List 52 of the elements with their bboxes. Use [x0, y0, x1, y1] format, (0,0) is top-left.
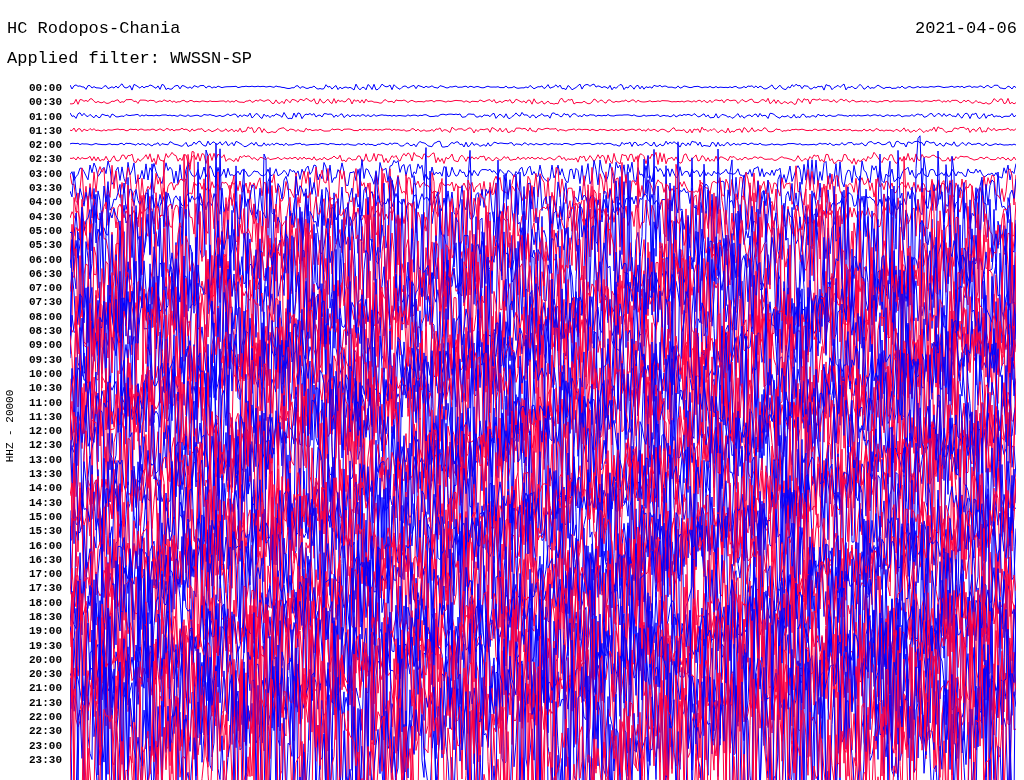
time-label: 01:30	[28, 123, 62, 139]
channel-axis-label: HHZ - 20000	[4, 389, 16, 463]
time-label: 11:00	[28, 395, 62, 410]
time-label: 00:30	[28, 95, 62, 110]
time-label: 19:30	[28, 638, 62, 653]
time-label: 13:00	[28, 452, 62, 467]
time-label: 10:00	[28, 366, 62, 382]
time-label: 01:00	[28, 109, 62, 124]
time-label: 23:00	[28, 738, 62, 753]
time-label: 21:00	[28, 681, 62, 696]
time-label: 11:30	[28, 409, 62, 425]
time-label: 18:00	[28, 595, 62, 610]
time-label: 10:30	[28, 381, 62, 396]
time-label: 14:00	[28, 481, 62, 496]
time-label: 06:00	[28, 252, 62, 267]
time-label: 17:00	[28, 567, 62, 582]
time-label: 12:30	[28, 438, 62, 453]
time-label: 13:30	[28, 467, 62, 482]
time-label: 22:00	[28, 710, 62, 725]
date-label: 2021-04-06	[914, 18, 1017, 40]
time-label: 07:30	[28, 295, 62, 310]
time-label: 03:30	[28, 181, 62, 196]
time-label: 02:00	[28, 138, 62, 153]
filter-label: Applied filter: WWSSN-SP	[7, 48, 252, 70]
time-label: 02:30	[28, 152, 62, 167]
time-label: 00:00	[28, 81, 62, 96]
time-label: 03:00	[28, 166, 62, 182]
time-label: 04:00	[28, 195, 62, 210]
time-label: 08:00	[28, 309, 62, 325]
time-label: 09:30	[28, 352, 62, 367]
time-label: 09:00	[28, 338, 62, 353]
time-label: 12:00	[28, 424, 62, 439]
time-label: 05:30	[28, 238, 62, 253]
time-label: 23:30	[28, 752, 62, 768]
time-label: 19:00	[28, 624, 62, 639]
time-label: 15:30	[28, 524, 62, 539]
time-label: 21:30	[28, 695, 62, 711]
time-label: 04:30	[28, 209, 62, 224]
time-label: 07:00	[28, 281, 62, 296]
time-label: 15:00	[28, 509, 62, 525]
time-label: 18:30	[28, 610, 62, 625]
time-label: 06:30	[28, 266, 62, 282]
time-label: 17:30	[28, 581, 62, 596]
time-label: 20:00	[28, 652, 62, 668]
time-label: 14:30	[28, 495, 62, 510]
time-label: 16:00	[28, 538, 62, 553]
station-title: HC Rodopos-Chania	[7, 18, 181, 40]
time-label: 08:30	[28, 324, 62, 339]
time-label: 16:30	[28, 552, 62, 568]
time-label: 22:30	[28, 724, 62, 739]
time-label: 20:30	[28, 667, 62, 682]
time-label: 05:00	[28, 223, 62, 239]
